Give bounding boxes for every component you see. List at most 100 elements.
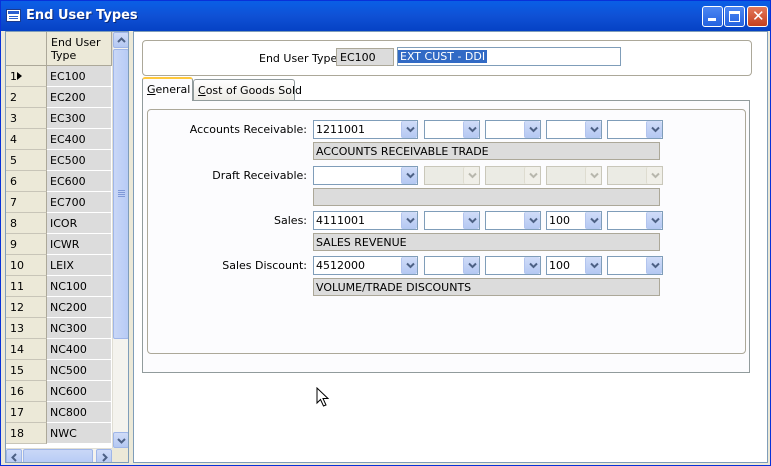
end-user-type-cell[interactable]: NC300	[47, 318, 112, 339]
dropdown-button[interactable]	[463, 257, 479, 274]
tab-general[interactable]: General	[142, 77, 193, 101]
accounts-receivable-segment-4-combo[interactable]	[546, 120, 602, 139]
table-row[interactable]: 3 EC300	[6, 108, 112, 129]
end-user-type-cell[interactable]: EC500	[47, 150, 112, 171]
sales-discount-segment-2-combo[interactable]	[424, 256, 480, 275]
close-button[interactable]: ✕	[747, 6, 768, 27]
grid-vertical-scrollbar[interactable]	[112, 32, 128, 448]
sales-segment-3-combo[interactable]	[485, 211, 541, 230]
end-user-type-description-input[interactable]: EXT CUST - DDI	[397, 47, 621, 66]
dropdown-button[interactable]	[401, 121, 417, 138]
table-row[interactable]: 5 EC500	[6, 150, 112, 171]
table-row[interactable]: 12 NC200	[6, 297, 112, 318]
table-row[interactable]: 16 NC600	[6, 381, 112, 402]
row-header[interactable]: 7	[6, 192, 47, 213]
dropdown-button[interactable]	[401, 212, 417, 229]
row-header[interactable]: 5	[6, 150, 47, 171]
window-app-icon[interactable]	[6, 9, 21, 22]
end-user-type-cell[interactable]: NC800	[47, 402, 112, 423]
sales-segment-2-combo[interactable]	[424, 211, 480, 230]
accounts-receivable-segment-3-combo[interactable]	[485, 120, 541, 139]
end-user-type-cell[interactable]: NC200	[47, 297, 112, 318]
scroll-left-button[interactable]	[6, 449, 22, 462]
sales-discount-segment-3-combo[interactable]	[485, 256, 541, 275]
sales-segment-4-combo[interactable]: 100	[546, 211, 602, 230]
dropdown-button[interactable]	[646, 121, 662, 138]
dropdown-button[interactable]	[585, 212, 601, 229]
row-header[interactable]: 12	[6, 297, 47, 318]
scroll-down-button[interactable]	[113, 432, 128, 448]
sales-segment-5-combo[interactable]	[607, 211, 663, 230]
end-user-type-cell[interactable]: ICWR	[47, 234, 112, 255]
end-user-type-cell[interactable]: NC400	[47, 339, 112, 360]
dropdown-button[interactable]	[401, 167, 417, 184]
end-user-type-cell[interactable]: EC400	[47, 129, 112, 150]
end-user-type-cell[interactable]: NC100	[47, 276, 112, 297]
row-header[interactable]: 1	[6, 66, 47, 87]
dropdown-button[interactable]	[646, 257, 662, 274]
sales-segment-1-combo[interactable]: 4111001	[313, 211, 418, 230]
scroll-right-button[interactable]	[96, 449, 112, 462]
table-row[interactable]: 15 NC500	[6, 360, 112, 381]
dropdown-button[interactable]	[524, 212, 540, 229]
draft-receivable-segment-1-combo[interactable]	[313, 166, 418, 185]
table-row[interactable]: 2 EC200	[6, 87, 112, 108]
row-header[interactable]: 18	[6, 423, 47, 444]
end-user-type-cell[interactable]: EC200	[47, 87, 112, 108]
row-header[interactable]: 14	[6, 339, 47, 360]
maximize-button[interactable]	[724, 6, 745, 27]
accounts-receivable-segment-2-combo[interactable]	[424, 120, 480, 139]
scroll-up-button[interactable]	[113, 32, 128, 48]
title-bar[interactable]: End User Types ✕	[1, 1, 770, 31]
end-user-type-cell[interactable]: NC600	[47, 381, 112, 402]
end-user-type-cell[interactable]: NWC	[47, 423, 112, 444]
minimize-button[interactable]	[702, 6, 723, 27]
end-user-type-grid[interactable]: End User Type 1 EC100 2 EC200 3 EC300 4 EC400 5 E…	[5, 31, 129, 463]
table-row[interactable]: 9 ICWR	[6, 234, 112, 255]
row-header[interactable]: 2	[6, 87, 47, 108]
table-row[interactable]: 17 NC800	[6, 402, 112, 423]
dropdown-button[interactable]	[524, 121, 540, 138]
row-header[interactable]: 11	[6, 276, 47, 297]
sales-discount-segment-1-combo[interactable]: 4512000	[313, 256, 418, 275]
row-header[interactable]: 16	[6, 381, 47, 402]
table-row[interactable]: 1 EC100	[6, 66, 112, 87]
end-user-type-cell[interactable]: NC500	[47, 360, 112, 381]
tab-cost-of-goods-sold[interactable]: Cost of Goods Sold	[193, 79, 302, 100]
row-header[interactable]: 8	[6, 213, 47, 234]
table-row[interactable]: 7 EC700	[6, 192, 112, 213]
row-header[interactable]: 3	[6, 108, 47, 129]
row-header[interactable]: 4	[6, 129, 47, 150]
grid-horizontal-scrollbar[interactable]	[6, 448, 112, 462]
vertical-scroll-thumb[interactable]	[113, 49, 128, 339]
accounts-receivable-segment-1-combo[interactable]: 1211001	[313, 120, 418, 139]
sales-discount-segment-5-combo[interactable]	[607, 256, 663, 275]
end-user-type-cell[interactable]: EC300	[47, 108, 112, 129]
table-row[interactable]: 6 EC600	[6, 171, 112, 192]
end-user-type-cell[interactable]: EC700	[47, 192, 112, 213]
table-row[interactable]: 8 ICOR	[6, 213, 112, 234]
table-row[interactable]: 10 LEIX	[6, 255, 112, 276]
row-header[interactable]: 15	[6, 360, 47, 381]
row-header[interactable]: 10	[6, 255, 47, 276]
table-row[interactable]: 11 NC100	[6, 276, 112, 297]
dropdown-button[interactable]	[585, 121, 601, 138]
dropdown-button[interactable]	[585, 257, 601, 274]
table-row[interactable]: 4 EC400	[6, 129, 112, 150]
row-header[interactable]: 13	[6, 318, 47, 339]
grid-corner-header[interactable]	[6, 32, 47, 66]
row-header[interactable]: 6	[6, 171, 47, 192]
table-row[interactable]: 13 NC300	[6, 318, 112, 339]
end-user-type-cell[interactable]: ICOR	[47, 213, 112, 234]
end-user-type-cell[interactable]: EC100	[47, 66, 112, 87]
row-header[interactable]: 17	[6, 402, 47, 423]
accounts-receivable-segment-5-combo[interactable]	[607, 120, 663, 139]
end-user-type-cell[interactable]: EC600	[47, 171, 112, 192]
table-row[interactable]: 14 NC400	[6, 339, 112, 360]
dropdown-button[interactable]	[646, 212, 662, 229]
column-header-end-user-type[interactable]: End User Type	[47, 32, 112, 66]
horizontal-scroll-thumb[interactable]	[23, 449, 93, 462]
sales-discount-segment-4-combo[interactable]: 100	[546, 256, 602, 275]
dropdown-button[interactable]	[463, 212, 479, 229]
end-user-type-cell[interactable]: LEIX	[47, 255, 112, 276]
